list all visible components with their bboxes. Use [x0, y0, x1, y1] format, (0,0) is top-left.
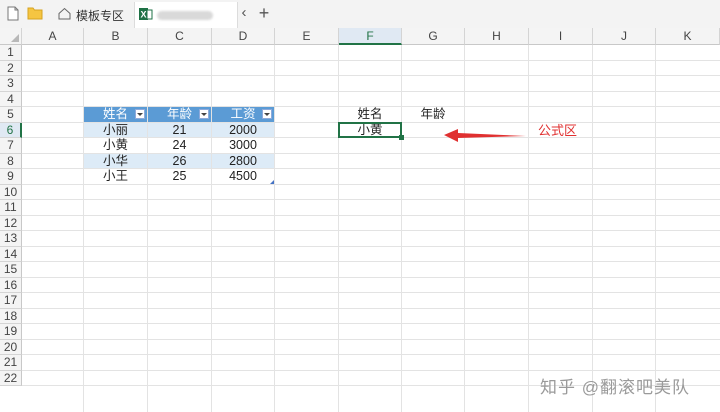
row-header-11[interactable]: 11 — [0, 200, 22, 216]
select-all-triangle-icon — [11, 34, 19, 42]
filter-dropdown-icon[interactable] — [199, 109, 209, 119]
svg-text:X: X — [141, 10, 147, 20]
row-header-16[interactable]: 16 — [0, 277, 22, 293]
table-cell[interactable]: 26 — [148, 153, 211, 168]
column-header-k[interactable]: K — [656, 28, 720, 45]
gridline-vertical — [211, 45, 212, 412]
filter-dropdown-icon[interactable] — [262, 109, 272, 119]
row-header-19[interactable]: 19 — [0, 324, 22, 340]
table-resize-handle[interactable] — [270, 179, 274, 184]
row-header-10[interactable]: 10 — [0, 184, 22, 200]
column-header-f[interactable]: F — [339, 28, 402, 45]
table-cell[interactable]: 24 — [148, 138, 211, 153]
tab-bar: 模板专区 X ‹ + — [0, 0, 720, 29]
table-cell[interactable]: 4500 — [212, 169, 274, 184]
table-header-cell[interactable]: 工资 — [212, 107, 274, 122]
row-header-15[interactable]: 15 — [0, 262, 22, 278]
filter-dropdown-icon[interactable] — [135, 109, 145, 119]
excel-icon: X — [139, 8, 153, 20]
gridline-vertical — [655, 45, 656, 412]
gridline-vertical — [83, 45, 84, 412]
annotation-arrow — [444, 129, 526, 142]
gridline-horizontal — [22, 245, 720, 247]
table-cell[interactable]: 2000 — [212, 122, 274, 137]
gridline-horizontal — [22, 214, 720, 216]
row-header-1[interactable]: 1 — [0, 45, 22, 61]
column-header-a[interactable]: A — [22, 28, 84, 45]
table-cell[interactable]: 小王 — [84, 169, 147, 184]
gridline-horizontal — [22, 59, 720, 61]
add-tab-button[interactable]: + — [254, 3, 274, 25]
column-header-i[interactable]: I — [529, 28, 593, 45]
row-header-3[interactable]: 3 — [0, 76, 22, 92]
column-header-h[interactable]: H — [465, 28, 529, 45]
table-cell[interactable]: 小华 — [84, 153, 147, 168]
row-header-22[interactable]: 22 — [0, 370, 22, 386]
gridline-horizontal — [22, 338, 720, 340]
new-document-icon[interactable] — [7, 6, 19, 21]
table-cell[interactable]: 25 — [148, 169, 211, 184]
column-header-d[interactable]: D — [212, 28, 275, 45]
table-cell[interactable]: 小丽 — [84, 122, 147, 137]
gridline-horizontal — [22, 307, 720, 309]
table-cell[interactable]: 3000 — [212, 138, 274, 153]
gridline-horizontal — [22, 354, 720, 355]
row-header-4[interactable]: 4 — [0, 91, 22, 107]
column-header-e[interactable]: E — [275, 28, 339, 45]
gridline-vertical — [528, 45, 529, 412]
gridline-vertical — [464, 45, 465, 412]
gridline-vertical — [274, 45, 275, 412]
gridline-vertical — [147, 45, 148, 412]
gridline-horizontal — [22, 292, 720, 293]
gridline-vertical — [401, 45, 402, 412]
gridline-horizontal — [22, 276, 720, 278]
table-header-cell[interactable]: 年龄 — [148, 107, 211, 122]
column-header-c[interactable]: C — [148, 28, 212, 45]
active-cell-selection — [338, 121, 402, 138]
watermark: 知乎 @翻滚吧美队 — [540, 378, 690, 397]
column-header-j[interactable]: J — [593, 28, 656, 45]
table-cell[interactable]: 小黄 — [84, 138, 147, 153]
tab-template-label: 模板专区 — [76, 9, 125, 23]
row-header-6[interactable]: 6 — [0, 122, 22, 138]
folder-icon[interactable] — [27, 6, 43, 20]
spreadsheet-grid[interactable]: ABCDEFGHIJK 1 2 3 4 5 6 7 8 9 10 11 12 13 14 15 16 17 18 1… — [0, 28, 720, 412]
lookup-age-header[interactable]: 年龄 — [402, 107, 464, 122]
tab-current-workbook[interactable]: X — [134, 2, 238, 28]
tab-template-zone[interactable]: 模板专区 — [52, 2, 132, 26]
row-header-21[interactable]: 21 — [0, 355, 22, 371]
fill-handle[interactable] — [399, 135, 404, 140]
gridline-horizontal — [22, 323, 720, 324]
table-cell[interactable]: 2800 — [212, 153, 274, 168]
gridline-horizontal — [22, 75, 720, 76]
row-header-7[interactable]: 7 — [0, 138, 22, 154]
gridline-horizontal — [22, 230, 720, 231]
gridline-vertical — [338, 45, 339, 412]
row-header-9[interactable]: 9 — [0, 169, 22, 185]
table-cell[interactable]: 21 — [148, 122, 211, 137]
row-header-18[interactable]: 18 — [0, 308, 22, 324]
annotation-label: 公式区 — [538, 123, 578, 138]
lookup-name-header[interactable]: 姓名 — [339, 107, 401, 122]
table-header-cell[interactable]: 姓名 — [84, 107, 147, 122]
row-header-13[interactable]: 13 — [0, 231, 22, 247]
gridline-horizontal — [22, 199, 720, 200]
gridline-horizontal — [22, 369, 720, 371]
workbook-name-blurred — [157, 11, 213, 20]
row-header-12[interactable]: 12 — [0, 215, 22, 231]
column-header-g[interactable]: G — [402, 28, 465, 45]
row-header-2[interactable]: 2 — [0, 60, 22, 76]
select-all-corner[interactable] — [0, 28, 22, 45]
row-header-8[interactable]: 8 — [0, 153, 22, 169]
column-header-b[interactable]: B — [84, 28, 148, 45]
gridline-horizontal — [22, 90, 720, 92]
home-icon — [58, 7, 71, 20]
gridline-horizontal — [22, 261, 720, 262]
chevron-left-icon[interactable]: ‹ — [234, 3, 254, 25]
gridline-vertical — [592, 45, 593, 412]
row-header-17[interactable]: 17 — [0, 293, 22, 309]
row-header-20[interactable]: 20 — [0, 339, 22, 355]
row-header-5[interactable]: 5 — [0, 107, 22, 123]
row-header-14[interactable]: 14 — [0, 246, 22, 262]
